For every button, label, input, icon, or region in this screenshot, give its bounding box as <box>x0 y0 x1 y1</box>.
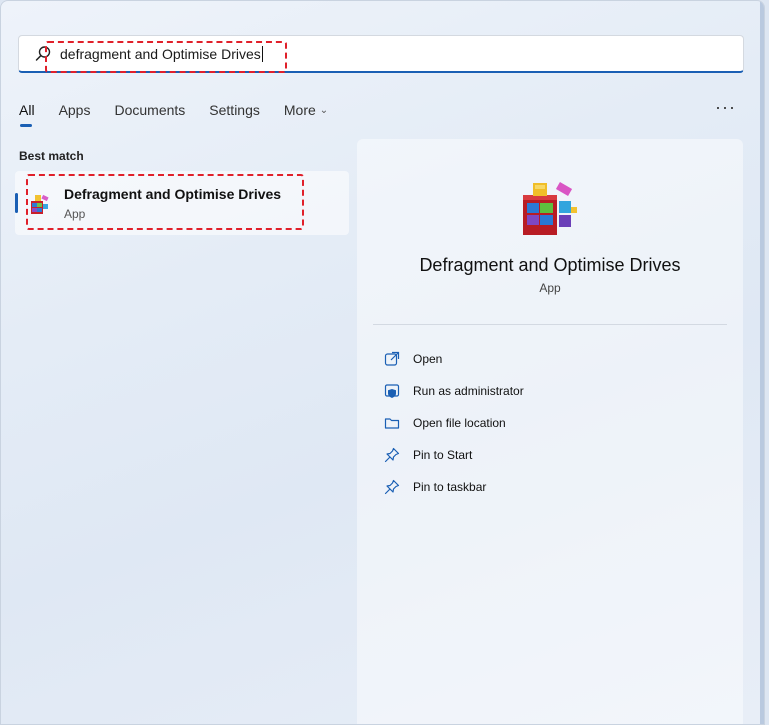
action-open-file-location[interactable]: Open file location <box>384 407 524 439</box>
search-box[interactable]: defragment and Optimise Drives <box>18 35 744 73</box>
folder-icon <box>384 418 400 429</box>
pin-icon <box>384 447 400 463</box>
window-edge <box>760 1 764 724</box>
chevron-down-icon: ⌄ <box>319 104 329 116</box>
search-input[interactable]: defragment and Optimise Drives <box>60 46 263 62</box>
filter-tabs: All Apps Documents Settings More ⌄ <box>19 99 352 127</box>
action-pin-to-start[interactable]: Pin to Start <box>384 439 524 471</box>
best-match-result[interactable]: Defragment and Optimise Drives App <box>15 171 349 235</box>
action-pin-to-taskbar[interactable]: Pin to taskbar <box>384 471 524 503</box>
text-caret <box>261 46 263 62</box>
best-match-title: Defragment and Optimise Drives <box>64 186 282 202</box>
pin-icon <box>384 479 400 495</box>
action-run-as-admin[interactable]: Run as administrator <box>384 375 524 407</box>
defrag-app-large-icon <box>523 182 577 235</box>
shield-admin-icon <box>384 384 400 398</box>
action-pin-to-start-label: Pin to Start <box>413 448 473 462</box>
action-list: Open Run as administrator Open file loca… <box>384 343 524 503</box>
open-external-icon <box>384 351 400 366</box>
detail-subtitle: App <box>539 281 561 295</box>
selection-indicator <box>15 193 18 213</box>
tab-more[interactable]: More ⌄ <box>284 99 328 121</box>
detail-title: Defragment and Optimise Drives <box>419 255 681 275</box>
tab-apps[interactable]: Apps <box>59 99 91 121</box>
search-icon <box>35 46 51 61</box>
action-open[interactable]: Open <box>384 343 524 375</box>
ellipsis-icon[interactable]: ··· <box>715 97 736 118</box>
action-pin-to-taskbar-label: Pin to taskbar <box>413 480 487 494</box>
detail-divider <box>373 324 727 325</box>
detail-panel: Defragment and Optimise Drives App Open … <box>357 139 743 724</box>
best-match-heading: Best match <box>19 149 84 163</box>
start-search-window: defragment and Optimise Drives All Apps … <box>0 0 765 725</box>
action-open-file-location-label: Open file location <box>413 416 506 430</box>
tab-documents[interactable]: Documents <box>114 99 185 121</box>
tab-all[interactable]: All <box>19 99 35 127</box>
defrag-app-icon <box>31 194 49 214</box>
tab-settings[interactable]: Settings <box>209 99 260 121</box>
best-match-subtitle: App <box>64 207 86 221</box>
action-run-as-admin-label: Run as administrator <box>413 384 524 398</box>
action-open-label: Open <box>413 352 443 366</box>
